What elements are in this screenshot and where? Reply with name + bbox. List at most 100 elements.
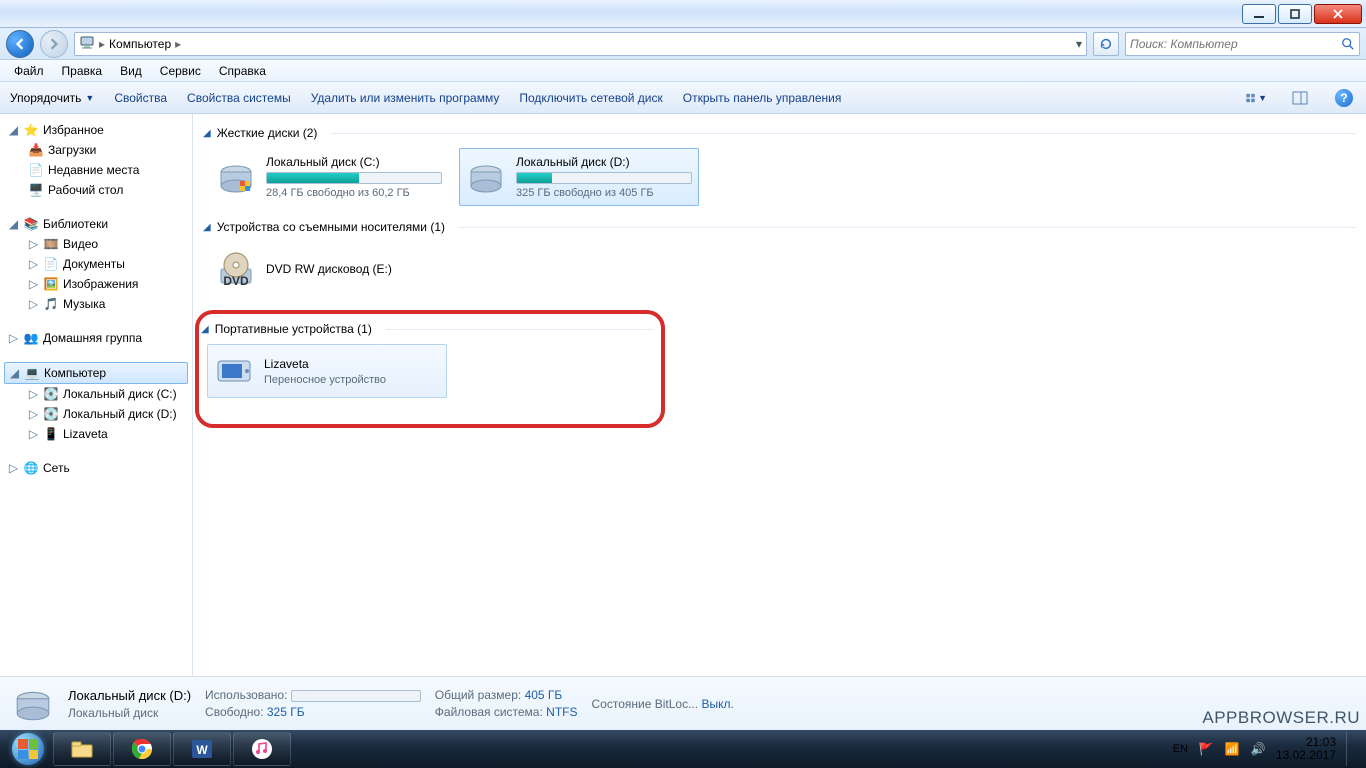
tray-clock[interactable]: 21:03 13.02.2017 <box>1276 736 1336 762</box>
drive-icon: 💽 <box>43 406 59 422</box>
drive-d[interactable]: Локальный диск (D:) 325 ГБ свободно из 4… <box>459 148 699 206</box>
tree-network[interactable]: ▷🌐Сеть <box>0 458 192 478</box>
uninstall-button[interactable]: Удалить или изменить программу <box>311 91 500 105</box>
tree-recent[interactable]: 📄Недавние места <box>20 160 192 180</box>
search-box[interactable] <box>1125 32 1360 56</box>
forward-button[interactable] <box>40 30 68 58</box>
pictures-icon: 🖼️ <box>43 276 59 292</box>
svg-text:DVD: DVD <box>223 274 249 288</box>
details-free-label: Свободно: <box>205 705 264 719</box>
tree-lizaveta[interactable]: ▷📱Lizaveta <box>20 424 192 444</box>
taskbar-chrome[interactable] <box>113 732 171 766</box>
tree-pictures[interactable]: ▷🖼️Изображения <box>20 274 192 294</box>
homegroup-icon: 👥 <box>23 330 39 346</box>
drive-c-free: 28,4 ГБ свободно из 60,2 ГБ <box>266 187 442 199</box>
tree-libraries[interactable]: ◢📚Библиотеки <box>0 214 192 234</box>
drive-dvd[interactable]: DVD DVD RW дисковод (E:) <box>209 242 449 296</box>
details-total-value: 405 ГБ <box>525 688 563 702</box>
breadcrumb-computer[interactable]: Компьютер <box>109 37 171 51</box>
help-button[interactable]: ? <box>1332 86 1356 110</box>
details-drive-icon <box>12 683 54 725</box>
group-portable[interactable]: ◢Портативные устройства (1) <box>201 322 653 336</box>
address-dropdown-icon[interactable]: ▾ <box>1076 37 1082 51</box>
organize-button[interactable]: Упорядочить ▼ <box>10 91 94 105</box>
device-lizaveta-label: Lizaveta <box>264 357 440 371</box>
minimize-button[interactable] <box>1242 4 1276 24</box>
search-icon <box>1341 37 1355 51</box>
tree-video[interactable]: ▷🎞️Видео <box>20 234 192 254</box>
group-removable[interactable]: ◢Устройства со съемными носителями (1) <box>203 220 1356 234</box>
menu-bar: Файл Правка Вид Сервис Справка <box>0 60 1366 82</box>
tree-favorites[interactable]: ◢⭐Избранное <box>0 120 192 140</box>
hdd-icon <box>216 157 256 197</box>
navigation-bar: ▸ Компьютер ▸ ▾ <box>0 28 1366 60</box>
recent-icon: 📄 <box>28 162 44 178</box>
portable-highlight: ◢Портативные устройства (1) Lizaveta Пер… <box>195 310 665 428</box>
tree-downloads[interactable]: 📥Загрузки <box>20 140 192 160</box>
taskbar-itunes[interactable] <box>233 732 291 766</box>
tree-local-c[interactable]: ▷💽Локальный диск (C:) <box>20 384 192 404</box>
back-button[interactable] <box>6 30 34 58</box>
menu-help[interactable]: Справка <box>211 62 274 80</box>
details-pane: Локальный диск (D:) Локальный диск Испол… <box>0 676 1366 730</box>
refresh-button[interactable] <box>1093 32 1119 56</box>
breadcrumb-sep: ▸ <box>99 37 105 51</box>
star-icon: ⭐ <box>23 122 39 138</box>
drive-d-usage-bar <box>516 172 692 184</box>
content-pane: ◢Жесткие диски (2) Локальный диск (C:) 2… <box>193 114 1366 676</box>
device-lizaveta[interactable]: Lizaveta Переносное устройство <box>207 344 447 398</box>
group-hdd[interactable]: ◢Жесткие диски (2) <box>203 126 1356 140</box>
drive-d-label: Локальный диск (D:) <box>516 155 692 169</box>
start-button[interactable] <box>4 730 52 768</box>
details-used-label: Использовано: <box>205 688 287 702</box>
tree-music[interactable]: ▷🎵Музыка <box>20 294 192 314</box>
window-titlebar <box>0 0 1366 28</box>
drive-d-free: 325 ГБ свободно из 405 ГБ <box>516 187 692 199</box>
details-bitlocker-label: Состояние BitLoc... <box>592 697 699 711</box>
network-icon: 🌐 <box>23 460 39 476</box>
system-properties-button[interactable]: Свойства системы <box>187 91 291 105</box>
view-options-button[interactable]: ▼ <box>1244 86 1268 110</box>
tray-language[interactable]: EN <box>1173 743 1188 755</box>
search-input[interactable] <box>1130 37 1341 51</box>
drive-c-usage-bar <box>266 172 442 184</box>
control-panel-button[interactable]: Открыть панель управления <box>683 91 842 105</box>
libraries-icon: 📚 <box>23 216 39 232</box>
menu-file[interactable]: Файл <box>6 62 52 80</box>
portable-device-icon <box>214 351 254 391</box>
menu-edit[interactable]: Правка <box>54 62 111 80</box>
address-bar[interactable]: ▸ Компьютер ▸ ▾ <box>74 32 1087 56</box>
hdd-icon <box>466 157 506 197</box>
details-type: Локальный диск <box>68 706 191 720</box>
tree-homegroup[interactable]: ▷👥Домашняя группа <box>0 328 192 348</box>
documents-icon: 📄 <box>43 256 59 272</box>
details-total-label: Общий размер: <box>435 688 521 702</box>
tray-volume-icon[interactable]: 🔊 <box>1250 741 1266 757</box>
show-desktop-button[interactable] <box>1346 732 1354 766</box>
svg-text:W: W <box>196 743 208 757</box>
taskbar-word[interactable]: W <box>173 732 231 766</box>
preview-pane-button[interactable] <box>1288 86 1312 110</box>
drive-c[interactable]: Локальный диск (C:) 28,4 ГБ свободно из … <box>209 148 449 206</box>
menu-service[interactable]: Сервис <box>152 62 209 80</box>
command-bar: Упорядочить ▼ Свойства Свойства системы … <box>0 82 1366 114</box>
details-fs-value: NTFS <box>546 705 577 719</box>
computer-icon: 💻 <box>24 365 40 381</box>
tray-network-icon[interactable]: 📶 <box>1224 741 1240 757</box>
close-button[interactable] <box>1314 4 1362 24</box>
properties-button[interactable]: Свойства <box>114 91 167 105</box>
taskbar-explorer[interactable] <box>53 732 111 766</box>
device-lizaveta-sub: Переносное устройство <box>264 374 440 386</box>
music-icon: 🎵 <box>43 296 59 312</box>
maximize-button[interactable] <box>1278 4 1312 24</box>
tray-flag-icon[interactable]: 🚩 <box>1198 741 1214 757</box>
tree-computer[interactable]: ◢💻Компьютер <box>4 362 188 384</box>
taskbar: W EN 🚩 📶 🔊 21:03 13.02.2017 <box>0 730 1366 768</box>
map-drive-button[interactable]: Подключить сетевой диск <box>519 91 662 105</box>
drive-icon: 💽 <box>43 386 59 402</box>
tree-local-d[interactable]: ▷💽Локальный диск (D:) <box>20 404 192 424</box>
details-usage-bar <box>291 690 421 702</box>
tree-documents[interactable]: ▷📄Документы <box>20 254 192 274</box>
tree-desktop[interactable]: 🖥️Рабочий стол <box>20 180 192 200</box>
menu-view[interactable]: Вид <box>112 62 150 80</box>
